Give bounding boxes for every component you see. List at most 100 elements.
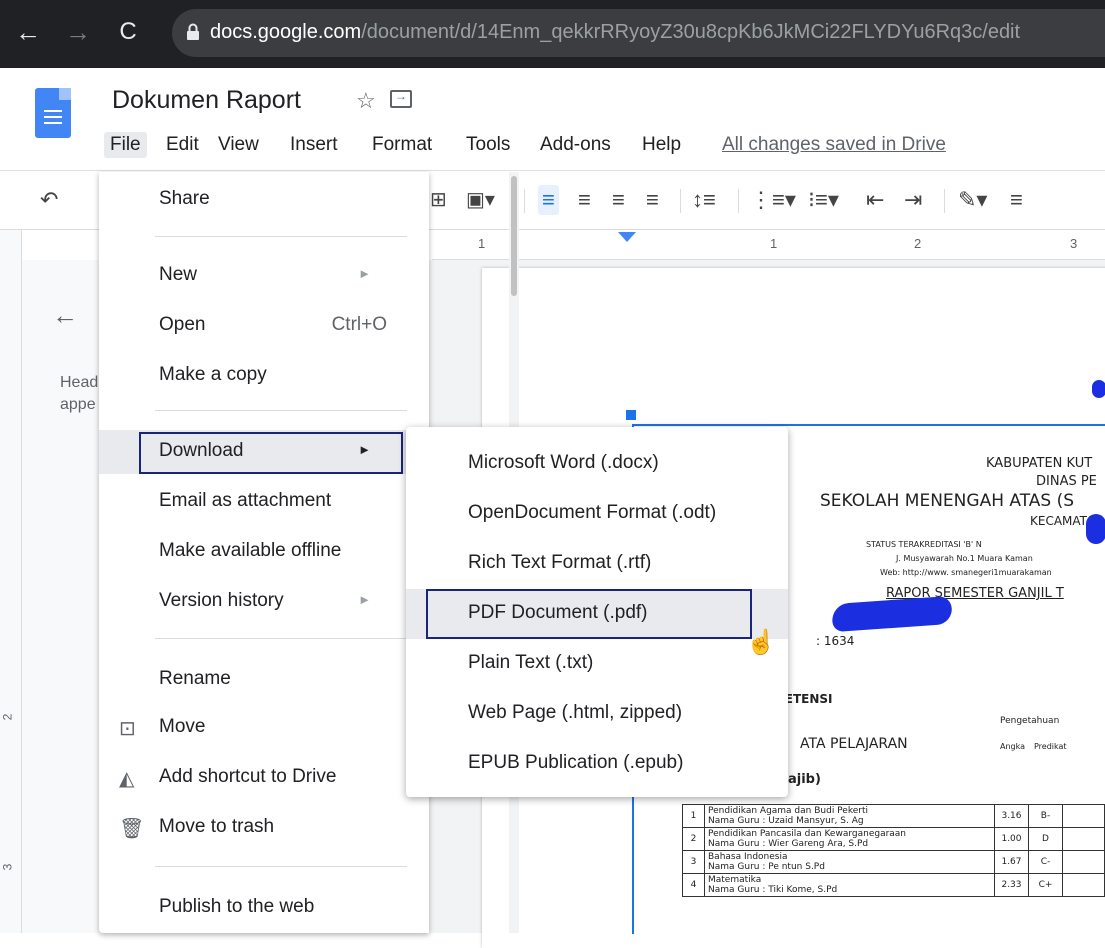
- indent-marker-icon[interactable]: [618, 232, 636, 242]
- menu-item-trash[interactable]: 🗑 Move to trash: [99, 806, 429, 850]
- report-school-name: SEKOLAH MENENGAH ATAS (S: [820, 491, 1075, 511]
- menu-item-publish[interactable]: Publish to the web: [99, 886, 429, 930]
- report-col-header: Predikat: [1034, 742, 1067, 751]
- menu-item-share[interactable]: Share: [99, 178, 429, 222]
- ruler-number: 2: [914, 236, 922, 251]
- image-resize-handle[interactable]: [626, 410, 636, 420]
- report-header-line: KABUPATEN KUT: [986, 456, 1093, 471]
- menu-file[interactable]: File: [104, 132, 147, 158]
- menu-item-open[interactable]: Open Ctrl+O: [99, 304, 429, 348]
- menu-help[interactable]: Help: [636, 132, 687, 158]
- file-menu-dropdown: Share New ► Open Ctrl+O Make a copy Downlo…: [99, 172, 519, 933]
- report-nis: : 1634: [816, 634, 855, 648]
- vertical-ruler[interactable]: 2 3: [0, 230, 22, 933]
- menu-insert[interactable]: Insert: [284, 132, 344, 158]
- undo-icon[interactable]: ↶: [40, 185, 58, 215]
- report-header-line: DINAS PE: [1036, 474, 1097, 489]
- menu-item-version-history[interactable]: Version history ►: [99, 580, 429, 624]
- align-left-icon[interactable]: ≡: [538, 185, 559, 215]
- docs-logo-icon[interactable]: [35, 88, 71, 138]
- table-cell-extra: [1062, 804, 1105, 828]
- table-row: 4 Matematika Nama Guru : Tiki Kome, S.Pd 2.…: [682, 873, 1105, 897]
- table-cell-score: 1.67: [994, 850, 1029, 874]
- justify-icon[interactable]: ≡: [646, 185, 659, 215]
- menu-item-new[interactable]: New ►: [99, 254, 429, 298]
- redaction-mark: [1086, 514, 1105, 544]
- insert-image-icon[interactable]: ▣▾: [466, 185, 495, 215]
- submenu-arrow-icon: ►: [358, 442, 371, 457]
- submenu-arrow-icon: ►: [358, 266, 371, 281]
- horizontal-ruler[interactable]: 1 1 2 3: [432, 232, 1105, 260]
- report-col-header: Pengetahuan: [1000, 716, 1060, 726]
- subject-name: Bahasa Indonesia: [708, 852, 788, 862]
- table-cell-no: 1: [682, 804, 705, 828]
- menu-item-rename[interactable]: Rename: [99, 658, 429, 702]
- table-cell-subject: Bahasa Indonesia Nama Guru : Pe ntun S.Pd: [704, 850, 995, 874]
- document-title[interactable]: Dokumen Raport: [112, 86, 301, 115]
- forward-arrow-icon[interactable]: →: [62, 14, 94, 50]
- line-spacing-icon[interactable]: ↕≡: [692, 185, 716, 215]
- reload-icon[interactable]: C: [112, 14, 144, 50]
- address-bar[interactable]: docs.google.com/document/d/14Enm_qekkrRR…: [172, 9, 1105, 57]
- menu-item-download[interactable]: Download ►: [99, 430, 429, 474]
- numbered-list-icon[interactable]: ⋮≡▾: [750, 185, 796, 215]
- table-cell-no: 3: [682, 850, 705, 874]
- menu-format[interactable]: Format: [366, 132, 438, 158]
- menu-tools[interactable]: Tools: [460, 132, 516, 158]
- menu-view[interactable]: View: [212, 132, 265, 158]
- report-col-header: Angka: [1000, 742, 1026, 751]
- table-cell-no: 4: [682, 873, 705, 897]
- subject-name: Pendidikan Pancasila dan Kewarganegaraan: [708, 829, 907, 839]
- align-right-icon[interactable]: ≡: [612, 185, 625, 215]
- overflow-icon[interactable]: ≡: [1010, 185, 1023, 215]
- bulleted-list-icon[interactable]: ⁝≡▾: [808, 185, 839, 215]
- subject-name: Pendidikan Agama dan Budi Pekerti: [708, 806, 868, 816]
- table-cell-grade: C-: [1028, 850, 1063, 874]
- report-header-line: KECAMATA: [1030, 514, 1095, 528]
- ruler-number: 1: [770, 236, 778, 251]
- download-txt[interactable]: Plain Text (.txt): [406, 639, 788, 689]
- back-arrow-icon[interactable]: ←: [12, 14, 44, 50]
- url-text: docs.google.com/document/d/14Enm_qekkrRR…: [210, 21, 1021, 43]
- subject-name: Matematika: [708, 875, 762, 885]
- download-epub[interactable]: EPUB Publication (.epub): [406, 739, 788, 789]
- star-icon[interactable]: ☆: [356, 88, 376, 114]
- move-folder-icon[interactable]: [390, 89, 412, 108]
- menu-item-make-copy[interactable]: Make a copy: [99, 354, 429, 398]
- teacher-name: Nama Guru : Pe ntun S.Pd: [708, 862, 825, 872]
- table-cell-score: 2.33: [994, 873, 1029, 897]
- ruler-number: 3: [1070, 236, 1078, 251]
- hand-pointer-icon: ☝: [746, 629, 776, 656]
- report-header-line: J. Musyawarah No.1 Muara Kaman: [896, 554, 1033, 563]
- report-col-header: ATA PELAJARAN: [800, 736, 908, 752]
- ruler-number: 3: [0, 863, 15, 871]
- table-cell-subject: Pendidikan Pancasila dan Kewarganegaraan…: [704, 827, 995, 851]
- download-html[interactable]: Web Page (.html, zipped): [406, 689, 788, 739]
- docs-header: Dokumen Raport ☆ File Edit View Insert F…: [0, 68, 1105, 170]
- menu-item-offline[interactable]: Make available offline: [99, 530, 429, 574]
- back-arrow-icon[interactable]: ←: [52, 300, 78, 331]
- insert-plus-icon[interactable]: ⊞: [430, 185, 447, 215]
- download-pdf[interactable]: PDF Document (.pdf): [406, 589, 788, 639]
- browser-toolbar: ← → C docs.google.com/document/d/14Enm_q…: [0, 0, 1105, 68]
- increase-indent-icon[interactable]: ⇥: [904, 185, 922, 215]
- menu-edit[interactable]: Edit: [160, 132, 205, 158]
- menu-item-move[interactable]: ⊡ Move: [99, 706, 429, 750]
- download-odt[interactable]: OpenDocument Format (.odt): [406, 489, 788, 539]
- download-docx[interactable]: Microsoft Word (.docx): [406, 439, 788, 489]
- align-center-icon[interactable]: ≡: [578, 185, 591, 215]
- menu-addons[interactable]: Add-ons: [534, 132, 617, 158]
- menu-item-add-shortcut[interactable]: ◭ Add shortcut to Drive: [99, 756, 429, 800]
- trash-icon: 🗑: [119, 818, 145, 840]
- pen-icon[interactable]: ✎▾: [958, 185, 987, 215]
- ruler-number: 1: [478, 236, 486, 251]
- download-rtf[interactable]: Rich Text Format (.rtf): [406, 539, 788, 589]
- table-cell-extra: [1062, 827, 1105, 851]
- menu-scrollbar-thumb[interactable]: [511, 176, 517, 296]
- move-folder-icon: ⊡: [119, 718, 136, 740]
- menu-item-email-attachment[interactable]: Email as attachment: [99, 480, 429, 524]
- save-status-link[interactable]: All changes saved in Drive: [722, 134, 946, 156]
- table-cell-extra: [1062, 873, 1105, 897]
- decrease-indent-icon[interactable]: ⇤: [866, 185, 884, 215]
- table-row: 1 Pendidikan Agama dan Budi Pekerti Nama G…: [682, 804, 1105, 828]
